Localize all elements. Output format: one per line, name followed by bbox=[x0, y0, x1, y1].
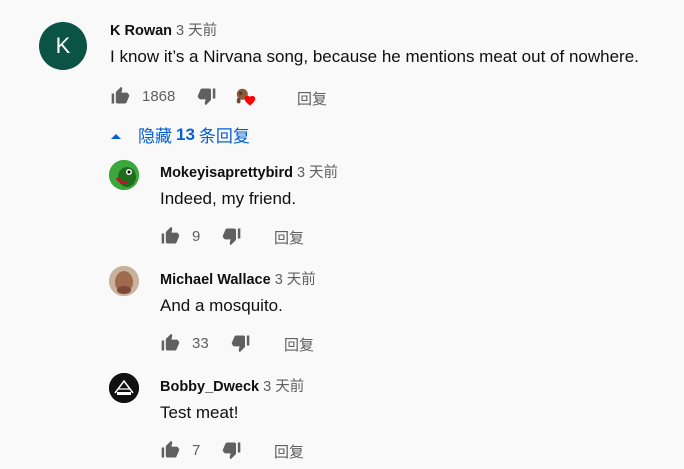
timestamp[interactable]: 3 天前 bbox=[263, 379, 304, 395]
comment-text: And a mosquito. bbox=[160, 296, 283, 315]
thumbs-up-icon[interactable] bbox=[110, 86, 130, 106]
comment-header: Michael Wallace 3 天前 bbox=[160, 268, 316, 289]
reply-count: 13 bbox=[176, 124, 195, 144]
comment-actions: 9 bbox=[160, 224, 242, 248]
author-name[interactable]: K Rowan bbox=[110, 23, 172, 39]
comment-header: Mokeyisaprettybird 3 天前 bbox=[160, 161, 338, 182]
author-name[interactable]: Michael Wallace bbox=[160, 272, 271, 288]
caret-up-icon bbox=[110, 125, 122, 145]
thumbs-down-icon[interactable] bbox=[231, 333, 251, 353]
thumbs-up-icon[interactable] bbox=[160, 440, 180, 460]
avatar[interactable] bbox=[109, 373, 139, 403]
comment-header: Bobby_Dweck 3 天前 bbox=[160, 375, 304, 396]
avatar-letter: K bbox=[55, 33, 71, 58]
thumbs-up-icon[interactable] bbox=[160, 226, 180, 246]
author-name[interactable]: Mokeyisaprettybird bbox=[160, 165, 293, 181]
creator-heart-icon bbox=[233, 86, 259, 107]
comment-actions: 7 bbox=[160, 438, 242, 462]
thumbs-down-icon[interactable] bbox=[222, 440, 242, 460]
comment-text: I know it’s a Nirvana song, because he m… bbox=[110, 47, 639, 66]
timestamp[interactable]: 3 天前 bbox=[176, 23, 217, 39]
avatar[interactable] bbox=[109, 266, 139, 296]
like-count: 9 bbox=[192, 227, 201, 245]
replies-label: 条回复 bbox=[198, 127, 250, 146]
comment-header: K Rowan 3 天前 bbox=[110, 19, 217, 40]
timestamp[interactable]: 3 天前 bbox=[275, 272, 316, 288]
avatar[interactable]: K bbox=[39, 22, 87, 70]
comment-text: Test meat! bbox=[160, 403, 239, 422]
thumbs-up-icon[interactable] bbox=[160, 333, 180, 353]
comment-actions: 1868 bbox=[110, 84, 259, 108]
like-count: 33 bbox=[192, 334, 209, 352]
avatar[interactable] bbox=[109, 160, 139, 190]
reply-button[interactable]: 回复 bbox=[284, 334, 314, 355]
reply-button[interactable]: 回复 bbox=[297, 88, 327, 109]
hide-replies-toggle[interactable]: 隐藏 13 条回复 bbox=[110, 122, 250, 147]
hide-label: 隐藏 bbox=[138, 127, 172, 146]
timestamp[interactable]: 3 天前 bbox=[297, 165, 338, 181]
author-name[interactable]: Bobby_Dweck bbox=[160, 379, 259, 395]
comment-actions: 33 bbox=[160, 331, 251, 355]
thumbs-down-icon[interactable] bbox=[222, 226, 242, 246]
thumbs-down-icon[interactable] bbox=[197, 86, 217, 106]
reply-button[interactable]: 回复 bbox=[274, 441, 304, 462]
comment-text: Indeed, my friend. bbox=[160, 189, 297, 208]
like-count: 7 bbox=[192, 441, 201, 459]
like-count: 1868 bbox=[142, 87, 176, 105]
reply-button[interactable]: 回复 bbox=[274, 227, 304, 248]
